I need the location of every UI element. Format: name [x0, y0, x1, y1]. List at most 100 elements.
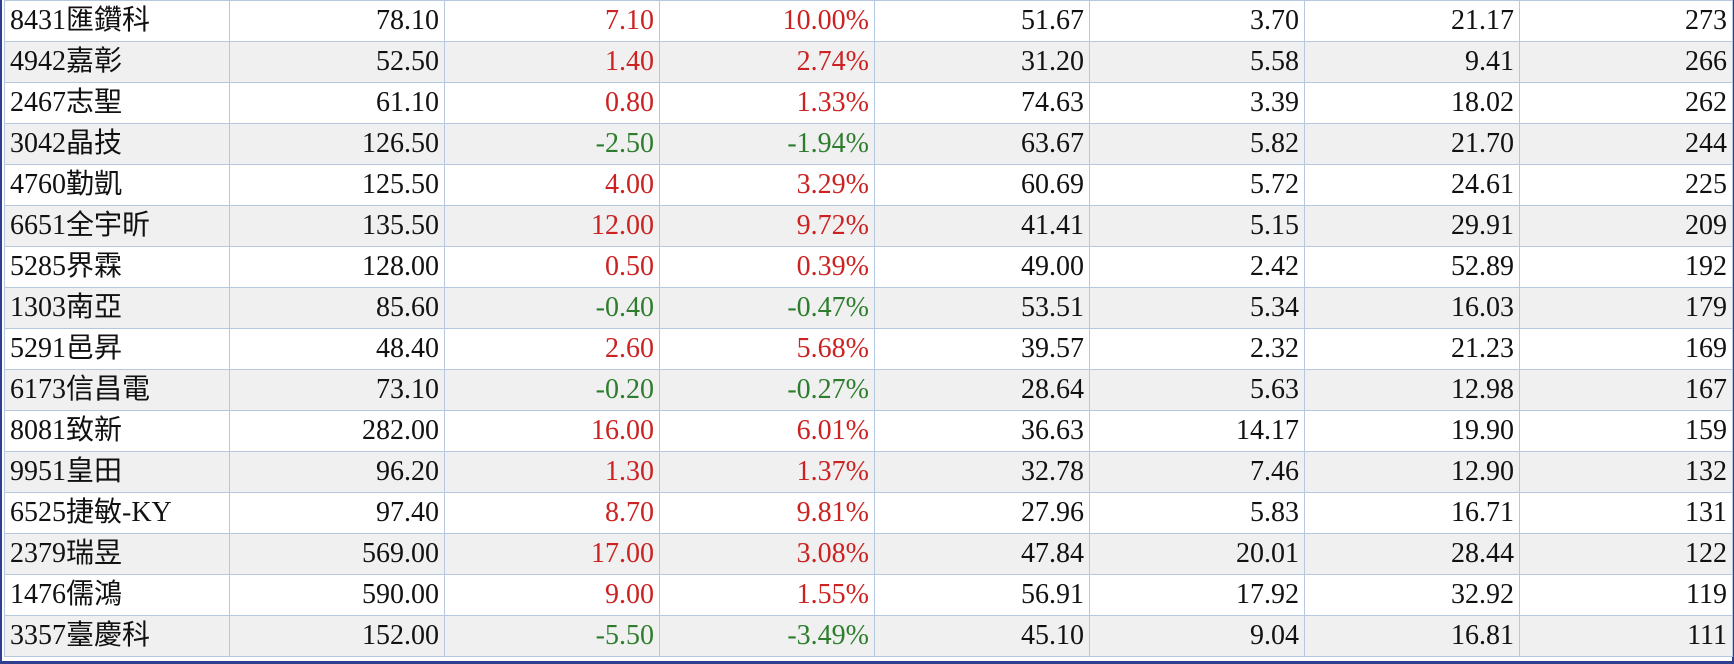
- value-cell-4: 53.51: [874, 287, 1090, 329]
- value-cell-5: 17.92: [1089, 574, 1305, 616]
- value-cell-4: 74.63: [874, 82, 1090, 124]
- table-row[interactable]: 4760勤凱 125.50 4.00 3.29% 60.69 5.72 24.61 225: [4, 164, 1733, 206]
- value-cell-6: 29.91: [1304, 205, 1520, 247]
- value-cell-4: 60.69: [874, 164, 1090, 206]
- value-cell-7: 122: [1519, 533, 1733, 575]
- value-cell-6: 19.90: [1304, 410, 1520, 452]
- change-cell: 16.00: [444, 410, 660, 452]
- price-cell: 282.00: [229, 410, 445, 452]
- value-cell-4: 28.64: [874, 369, 1090, 411]
- value-cell-6: 16.81: [1304, 615, 1520, 657]
- change-percent-cell: 3.08%: [659, 533, 875, 575]
- price-cell: 128.00: [229, 246, 445, 288]
- value-cell-6: 16.03: [1304, 287, 1520, 329]
- value-cell-6: 16.71: [1304, 492, 1520, 534]
- value-cell-7: 225: [1519, 164, 1733, 206]
- stock-name-cell[interactable]: 4760勤凱: [4, 164, 230, 206]
- value-cell-7: 266: [1519, 41, 1733, 83]
- value-cell-5: 5.34: [1089, 287, 1305, 329]
- table-row[interactable]: 5291邑昇 48.40 2.60 5.68% 39.57 2.32 21.23 169: [4, 328, 1733, 370]
- value-cell-4: 47.84: [874, 533, 1090, 575]
- price-cell: 48.40: [229, 328, 445, 370]
- value-cell-6: 21.17: [1304, 0, 1520, 42]
- change-percent-cell: 6.01%: [659, 410, 875, 452]
- price-cell: 73.10: [229, 369, 445, 411]
- value-cell-7: 132: [1519, 451, 1733, 493]
- change-cell: -5.50: [444, 615, 660, 657]
- value-cell-5: 5.58: [1089, 41, 1305, 83]
- stock-name-cell[interactable]: 9951皇田: [4, 451, 230, 493]
- value-cell-5: 3.39: [1089, 82, 1305, 124]
- value-cell-6: 32.92: [1304, 574, 1520, 616]
- table-row[interactable]: 6173信昌電 73.10 -0.20 -0.27% 28.64 5.63 12.98 167: [4, 369, 1733, 411]
- value-cell-7: 273: [1519, 0, 1733, 42]
- value-cell-4: 39.57: [874, 328, 1090, 370]
- table-row[interactable]: 8081致新 282.00 16.00 6.01% 36.63 14.17 19.90 159: [4, 410, 1733, 452]
- stock-name-cell[interactable]: 5291邑昇: [4, 328, 230, 370]
- stock-name-cell[interactable]: 8431匯鑽科: [4, 0, 230, 42]
- stock-name-cell[interactable]: 5285界霖: [4, 246, 230, 288]
- change-cell: 1.30: [444, 451, 660, 493]
- table-row[interactable]: 6525捷敏-KY 97.40 8.70 9.81% 27.96 5.83 16.71 131: [4, 492, 1733, 534]
- stock-name-cell[interactable]: 6525捷敏-KY: [4, 492, 230, 534]
- table-row[interactable]: 5285界霖 128.00 0.50 0.39% 49.00 2.42 52.89 192: [4, 246, 1733, 288]
- stock-name-cell[interactable]: 3357臺慶科: [4, 615, 230, 657]
- stock-name-cell[interactable]: 1303南亞: [4, 287, 230, 329]
- value-cell-6: 52.89: [1304, 246, 1520, 288]
- stock-name-cell[interactable]: 1476儒鴻: [4, 574, 230, 616]
- value-cell-4: 32.78: [874, 451, 1090, 493]
- change-percent-cell: -1.94%: [659, 123, 875, 165]
- change-cell: 0.80: [444, 82, 660, 124]
- value-cell-6: 12.90: [1304, 451, 1520, 493]
- stock-name-cell[interactable]: 2467志聖: [4, 82, 230, 124]
- value-cell-4: 63.67: [874, 123, 1090, 165]
- value-cell-4: 41.41: [874, 205, 1090, 247]
- change-cell: 8.70: [444, 492, 660, 534]
- stock-name-cell[interactable]: 2379瑞昱: [4, 533, 230, 575]
- price-cell: 61.10: [229, 82, 445, 124]
- stock-name-cell[interactable]: 3042晶技: [4, 123, 230, 165]
- change-cell: 2.60: [444, 328, 660, 370]
- table-row[interactable]: 1303南亞 85.60 -0.40 -0.47% 53.51 5.34 16.03 179: [4, 287, 1733, 329]
- stock-name-cell[interactable]: 4942嘉彰: [4, 41, 230, 83]
- change-cell: 12.00: [444, 205, 660, 247]
- stock-name-cell[interactable]: 8081致新: [4, 410, 230, 452]
- table-row[interactable]: 9951皇田 96.20 1.30 1.37% 32.78 7.46 12.90 132: [4, 451, 1733, 493]
- quote-table-body: 8431匯鑽科 78.10 7.10 10.00% 51.67 3.70 21.17 273 4…: [4, 0, 1733, 657]
- table-row[interactable]: 2379瑞昱 569.00 17.00 3.08% 47.84 20.01 28.44 122: [4, 533, 1733, 575]
- value-cell-6: 21.23: [1304, 328, 1520, 370]
- value-cell-7: 169: [1519, 328, 1733, 370]
- quote-table-frame: 8431匯鑽科 78.10 7.10 10.00% 51.67 3.70 21.17 273 4…: [0, 0, 1734, 664]
- value-cell-4: 49.00: [874, 246, 1090, 288]
- change-percent-cell: -3.49%: [659, 615, 875, 657]
- value-cell-5: 5.63: [1089, 369, 1305, 411]
- price-cell: 125.50: [229, 164, 445, 206]
- change-cell: 1.40: [444, 41, 660, 83]
- table-row[interactable]: 1476儒鴻 590.00 9.00 1.55% 56.91 17.92 32.92 119: [4, 574, 1733, 616]
- change-percent-cell: -0.27%: [659, 369, 875, 411]
- value-cell-7: 244: [1519, 123, 1733, 165]
- change-cell: -2.50: [444, 123, 660, 165]
- table-row[interactable]: 8431匯鑽科 78.10 7.10 10.00% 51.67 3.70 21.17 273: [4, 0, 1733, 42]
- value-cell-7: 111: [1519, 615, 1733, 657]
- stock-name-cell[interactable]: 6173信昌電: [4, 369, 230, 411]
- change-percent-cell: 9.81%: [659, 492, 875, 534]
- change-percent-cell: 3.29%: [659, 164, 875, 206]
- table-row[interactable]: 4942嘉彰 52.50 1.40 2.74% 31.20 5.58 9.41 266: [4, 41, 1733, 83]
- change-cell: -0.20: [444, 369, 660, 411]
- change-percent-cell: 1.37%: [659, 451, 875, 493]
- value-cell-5: 9.04: [1089, 615, 1305, 657]
- price-cell: 126.50: [229, 123, 445, 165]
- value-cell-5: 14.17: [1089, 410, 1305, 452]
- table-row[interactable]: 3357臺慶科 152.00 -5.50 -3.49% 45.10 9.04 16.81 11…: [4, 615, 1733, 657]
- change-percent-cell: -0.47%: [659, 287, 875, 329]
- value-cell-5: 5.72: [1089, 164, 1305, 206]
- value-cell-5: 2.32: [1089, 328, 1305, 370]
- table-row[interactable]: 3042晶技 126.50 -2.50 -1.94% 63.67 5.82 21.70 244: [4, 123, 1733, 165]
- stock-name-cell[interactable]: 6651全宇昕: [4, 205, 230, 247]
- price-cell: 97.40: [229, 492, 445, 534]
- value-cell-5: 5.83: [1089, 492, 1305, 534]
- table-row[interactable]: 6651全宇昕 135.50 12.00 9.72% 41.41 5.15 29.91 209: [4, 205, 1733, 247]
- table-row[interactable]: 2467志聖 61.10 0.80 1.33% 74.63 3.39 18.02 262: [4, 82, 1733, 124]
- change-percent-cell: 9.72%: [659, 205, 875, 247]
